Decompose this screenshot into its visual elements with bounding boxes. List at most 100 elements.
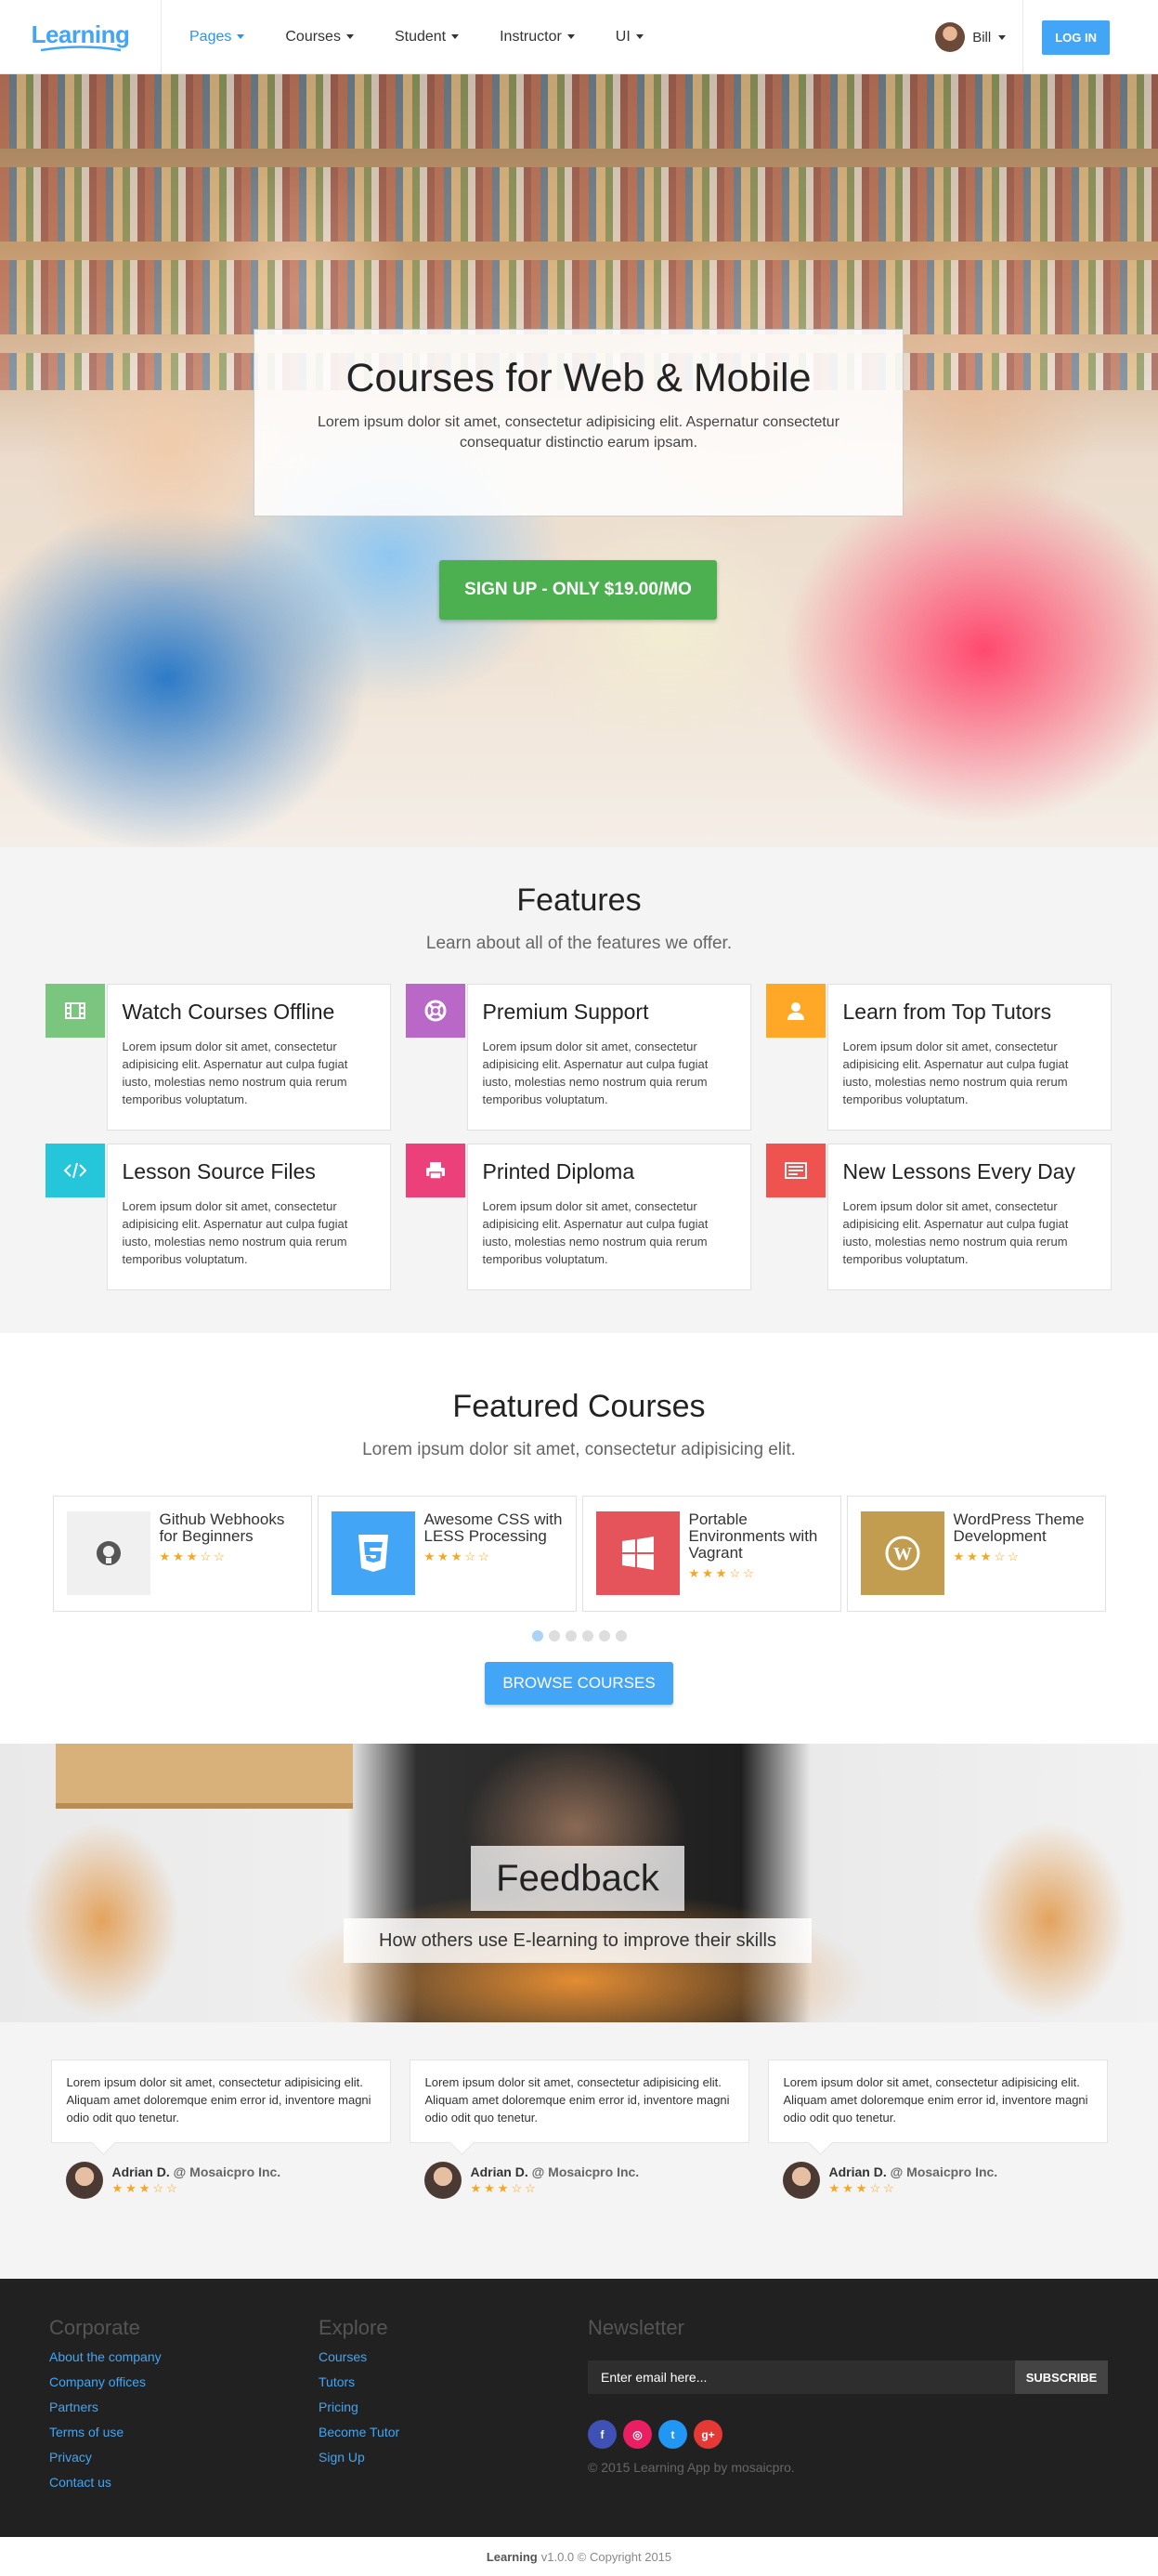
testimonial-author: Adrian D. @ Mosaicpro Inc. ★★★☆☆ xyxy=(410,2162,749,2199)
top-navbar: Learning Pages Courses Student Instructor UI… xyxy=(0,0,1158,74)
testimonial-text: Lorem ipsum dolor sit amet, consectetur … xyxy=(409,2059,749,2143)
user-menu[interactable]: Bill xyxy=(935,0,1024,74)
social-links: f ◎ t g+ xyxy=(588,2420,1108,2449)
course-card[interactable]: Github Webhooks for Beginners ★★★☆☆ xyxy=(52,1496,312,1612)
carousel-dot[interactable] xyxy=(598,1630,610,1641)
feature-card: Printed Diploma Lorem ipsum dolor sit ame… xyxy=(405,1144,751,1290)
nav-item-courses[interactable]: Courses xyxy=(285,29,354,46)
feature-body: Printed Diploma Lorem ipsum dolor sit ame… xyxy=(466,1144,751,1290)
courses-carousel: Github Webhooks for Beginners ★★★☆☆ Awesom… xyxy=(0,1496,1158,1612)
brand-swoosh-icon xyxy=(40,46,121,52)
author-name: Adrian D. @ Mosaicpro Inc. xyxy=(829,2164,998,2179)
carousel-dot[interactable] xyxy=(531,1630,543,1641)
wordpress-icon: W xyxy=(860,1511,944,1595)
footer-link-tutors[interactable]: Tutors xyxy=(319,2374,399,2391)
footer-explore-title: Explore xyxy=(319,2316,388,2339)
testimonial-text: Lorem ipsum dolor sit amet, consectetur … xyxy=(50,2059,391,2143)
carousel-pagination xyxy=(0,1630,1158,1641)
footer: Corporate About the company Company offic… xyxy=(0,2279,1158,2537)
course-title[interactable]: WordPress Theme Development xyxy=(954,1511,1092,1545)
course-title[interactable]: Portable Environments with Vagrant xyxy=(689,1511,827,1562)
footer-link-privacy[interactable]: Privacy xyxy=(49,2450,162,2466)
bottom-copyright: v1.0.0 © Copyright 2015 xyxy=(540,2549,672,2564)
nav-item-pages[interactable]: Pages xyxy=(189,29,245,46)
author-name-text: Adrian D. xyxy=(470,2164,528,2179)
footer-link-contact-us[interactable]: Contact us xyxy=(49,2475,162,2491)
chevron-down-icon xyxy=(237,34,245,39)
author-avatar xyxy=(782,2162,820,2199)
chevron-down-icon xyxy=(635,34,644,39)
film-icon xyxy=(45,984,105,1038)
nav-item-student[interactable]: Student xyxy=(395,29,460,46)
feature-card: Premium Support Lorem ipsum dolor sit ame… xyxy=(405,984,751,1131)
brand-logo[interactable]: Learning xyxy=(0,0,162,74)
features-grid: Watch Courses Offline Lorem ipsum dolor s… xyxy=(45,984,1113,1290)
feature-text: Lorem ipsum dolor sit amet, consectetur … xyxy=(482,1040,709,1106)
author-company: @ Mosaicpro Inc. xyxy=(173,2164,281,2179)
carousel-dot[interactable] xyxy=(615,1630,627,1641)
feature-body: Premium Support Lorem ipsum dolor sit ame… xyxy=(466,984,751,1131)
feature-body: Watch Courses Offline Lorem ipsum dolor s… xyxy=(106,984,391,1131)
course-card[interactable]: Portable Environments with Vagrant ★★★☆☆ xyxy=(581,1496,841,1612)
featured-courses-section: Featured Courses Lorem ipsum dolor sit a… xyxy=(0,1333,1158,1744)
course-info: Awesome CSS with LESS Processing ★★★☆☆ xyxy=(415,1511,563,1596)
css3-icon xyxy=(331,1511,415,1595)
course-rating: ★★★☆☆ xyxy=(423,1550,492,1563)
feature-card: Lesson Source Files Lorem ipsum dolor sit… xyxy=(45,1144,391,1290)
course-rating: ★★★☆☆ xyxy=(688,1566,757,1580)
testimonial-text: Lorem ipsum dolor sit amet, consectetur … xyxy=(767,2059,1108,2143)
author-rating: ★★★☆☆ xyxy=(111,2181,180,2195)
footer-link-sign-up[interactable]: Sign Up xyxy=(319,2450,399,2466)
twitter-icon[interactable]: t xyxy=(658,2420,687,2449)
subscribe-button[interactable]: SUBSCRIBE xyxy=(1015,2360,1108,2394)
footer-link-partners[interactable]: Partners xyxy=(49,2399,162,2416)
hero-subtitle: Lorem ipsum dolor sit amet, consectetur … xyxy=(317,414,840,451)
footer-link-pricing[interactable]: Pricing xyxy=(319,2399,399,2416)
carousel-dot[interactable] xyxy=(565,1630,577,1641)
footer-link-company-offices[interactable]: Company offices xyxy=(49,2374,162,2391)
author-name-text: Adrian D. xyxy=(828,2164,887,2179)
feature-card: Learn from Top Tutors Lorem ipsum dolor s… xyxy=(765,984,1112,1131)
carousel-dot[interactable] xyxy=(581,1630,593,1641)
testimonial: Lorem ipsum dolor sit amet, consectetur … xyxy=(409,2059,749,2199)
feature-body: Learn from Top Tutors Lorem ipsum dolor s… xyxy=(826,984,1112,1131)
course-title[interactable]: Github Webhooks for Beginners xyxy=(160,1511,298,1545)
nav-item-ui[interactable]: UI xyxy=(616,29,644,46)
google-plus-icon[interactable]: g+ xyxy=(694,2420,722,2449)
author-company: @ Mosaicpro Inc. xyxy=(531,2164,640,2179)
footer-link-become-tutor[interactable]: Become Tutor xyxy=(319,2425,399,2441)
browse-courses-button[interactable]: BROWSE COURSES xyxy=(485,1662,673,1705)
footer-link-courses[interactable]: Courses xyxy=(319,2349,399,2366)
author-name-text: Adrian D. xyxy=(111,2164,170,2179)
newsletter-email-input[interactable]: Enter email here... xyxy=(588,2360,1015,2394)
user-icon xyxy=(765,984,826,1038)
nav-item-label: Courses xyxy=(285,28,341,45)
author-meta: Adrian D. @ Mosaicpro Inc. ★★★☆☆ xyxy=(112,2164,281,2196)
feature-title: Learn from Top Tutors xyxy=(842,1000,1052,1024)
dribbble-icon[interactable]: ◎ xyxy=(623,2420,652,2449)
course-info: Portable Environments with Vagrant ★★★☆☆ xyxy=(680,1511,827,1596)
course-info: Github Webhooks for Beginners ★★★☆☆ xyxy=(150,1511,298,1596)
footer-newsletter: Newsletter Enter email here... SUBSCRIBE… xyxy=(588,2316,1108,2475)
featured-courses-subtitle: Lorem ipsum dolor sit amet, consectetur … xyxy=(362,1440,796,1459)
footer-explore: Explore Courses Tutors Pricing Become Tutor… xyxy=(319,2316,399,2466)
course-title[interactable]: Awesome CSS with LESS Processing xyxy=(424,1511,563,1545)
course-card[interactable]: W WordPress Theme Development ★★★☆☆ xyxy=(846,1496,1106,1612)
hero-title: Courses for Web & Mobile xyxy=(345,356,812,400)
main-nav: Pages Courses Student Instructor UI xyxy=(189,29,684,46)
footer-link-about-the-company[interactable]: About the company xyxy=(49,2349,162,2366)
feature-text: Lorem ipsum dolor sit amet, consectetur … xyxy=(842,1040,1069,1106)
lifebuoy-icon xyxy=(405,984,465,1038)
carousel-dot[interactable] xyxy=(548,1630,560,1641)
author-avatar xyxy=(423,2162,462,2199)
footer-link-terms-of-use[interactable]: Terms of use xyxy=(49,2425,162,2441)
nav-item-instructor[interactable]: Instructor xyxy=(500,29,575,46)
signup-button[interactable]: SIGN UP - ONLY $19.00/MO xyxy=(439,560,717,620)
login-button[interactable]: LOG IN xyxy=(1042,20,1110,55)
author-company: @ Mosaicpro Inc. xyxy=(890,2164,998,2179)
feedback-subtitle: How others use E-learning to improve the… xyxy=(344,1918,812,1963)
footer-copyright: © 2015 Learning App by mosaicpro. xyxy=(588,2460,795,2475)
facebook-icon[interactable]: f xyxy=(588,2420,617,2449)
course-card[interactable]: Awesome CSS with LESS Processing ★★★☆☆ xyxy=(317,1496,577,1612)
chevron-down-icon xyxy=(566,34,575,39)
